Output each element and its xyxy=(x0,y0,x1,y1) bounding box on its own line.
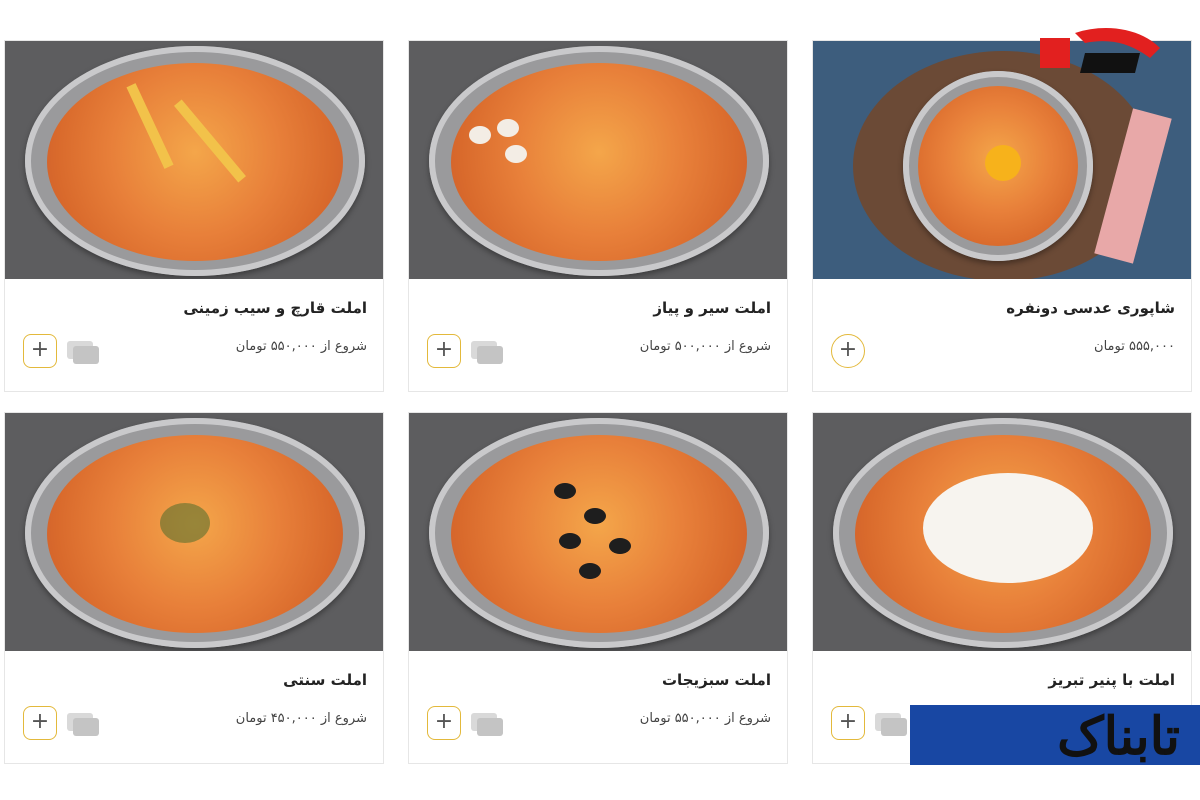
garlic-shape xyxy=(469,126,491,144)
compare-icon[interactable] xyxy=(67,713,101,737)
garlic-shape xyxy=(505,145,527,163)
product-image[interactable] xyxy=(409,41,787,279)
egg-yolk xyxy=(985,145,1021,181)
product-card[interactable]: شاپوری عدسی دونفره ۵۵۵,۰۰۰ تومان + xyxy=(812,40,1192,392)
food-shape xyxy=(451,63,747,261)
product-price: شروع از ۴۵۰,۰۰۰ تومان xyxy=(235,711,367,726)
product-price: شروع از ۵۵۰,۰۰۰ تومان xyxy=(235,339,367,354)
product-title[interactable]: املت سیر و پیاز xyxy=(653,299,771,317)
add-to-cart-button[interactable]: + xyxy=(831,334,865,368)
compare-icon[interactable] xyxy=(471,341,505,365)
product-title[interactable]: املت با پنیر تبریز xyxy=(1048,671,1175,689)
food-shape xyxy=(451,435,747,633)
garlic-shape xyxy=(497,119,519,137)
product-title[interactable]: املت قارچ و سیب زمینی xyxy=(183,299,367,317)
product-card[interactable]: املت سنتی شروع از ۴۵۰,۰۰۰ تومان + xyxy=(4,412,384,764)
product-price: شروع از ۵۵۰,۰۰۰ تومان xyxy=(639,711,771,726)
product-card[interactable]: املت قارچ و سیب زمینی شروع از ۵۵۰,۰۰۰ تو… xyxy=(4,40,384,392)
add-to-cart-button[interactable]: + xyxy=(831,706,865,740)
product-price: شروع از ۵۰۰,۰۰۰ تومان xyxy=(639,339,771,354)
food-shape xyxy=(47,63,343,261)
add-to-cart-button[interactable]: + xyxy=(427,706,461,740)
product-image[interactable] xyxy=(813,413,1191,651)
product-card[interactable]: املت سیر و پیاز شروع از ۵۰۰,۰۰۰ تومان + xyxy=(408,40,788,392)
product-title[interactable]: املت سنتی xyxy=(283,671,367,689)
product-image[interactable] xyxy=(5,413,383,651)
compare-icon[interactable] xyxy=(471,713,505,737)
watermark-text: تابناک xyxy=(1057,706,1180,767)
olive-shape xyxy=(559,533,581,549)
product-image[interactable] xyxy=(409,413,787,651)
product-image[interactable] xyxy=(5,41,383,279)
product-grid: شاپوری عدسی دونفره ۵۵۵,۰۰۰ تومان + املت … xyxy=(0,0,1200,800)
watermark-logo-bottom: تابناک xyxy=(900,705,1200,800)
olive-shape xyxy=(579,563,601,579)
product-title[interactable]: املت سبزیجات xyxy=(662,671,771,689)
watermark-logo-top xyxy=(1030,18,1170,86)
add-to-cart-button[interactable]: + xyxy=(23,706,57,740)
compare-icon[interactable] xyxy=(67,341,101,365)
olive-shape xyxy=(609,538,631,554)
herb-shape xyxy=(160,503,210,543)
add-to-cart-button[interactable]: + xyxy=(23,334,57,368)
product-price: ۵۵۵,۰۰۰ تومان xyxy=(1094,339,1175,354)
olive-shape xyxy=(554,483,576,499)
product-card[interactable]: املت سبزیجات شروع از ۵۵۰,۰۰۰ تومان + xyxy=(408,412,788,764)
add-to-cart-button[interactable]: + xyxy=(427,334,461,368)
olive-shape xyxy=(584,508,606,524)
cheese-shape xyxy=(923,473,1093,583)
product-title[interactable]: شاپوری عدسی دونفره xyxy=(1006,299,1175,317)
